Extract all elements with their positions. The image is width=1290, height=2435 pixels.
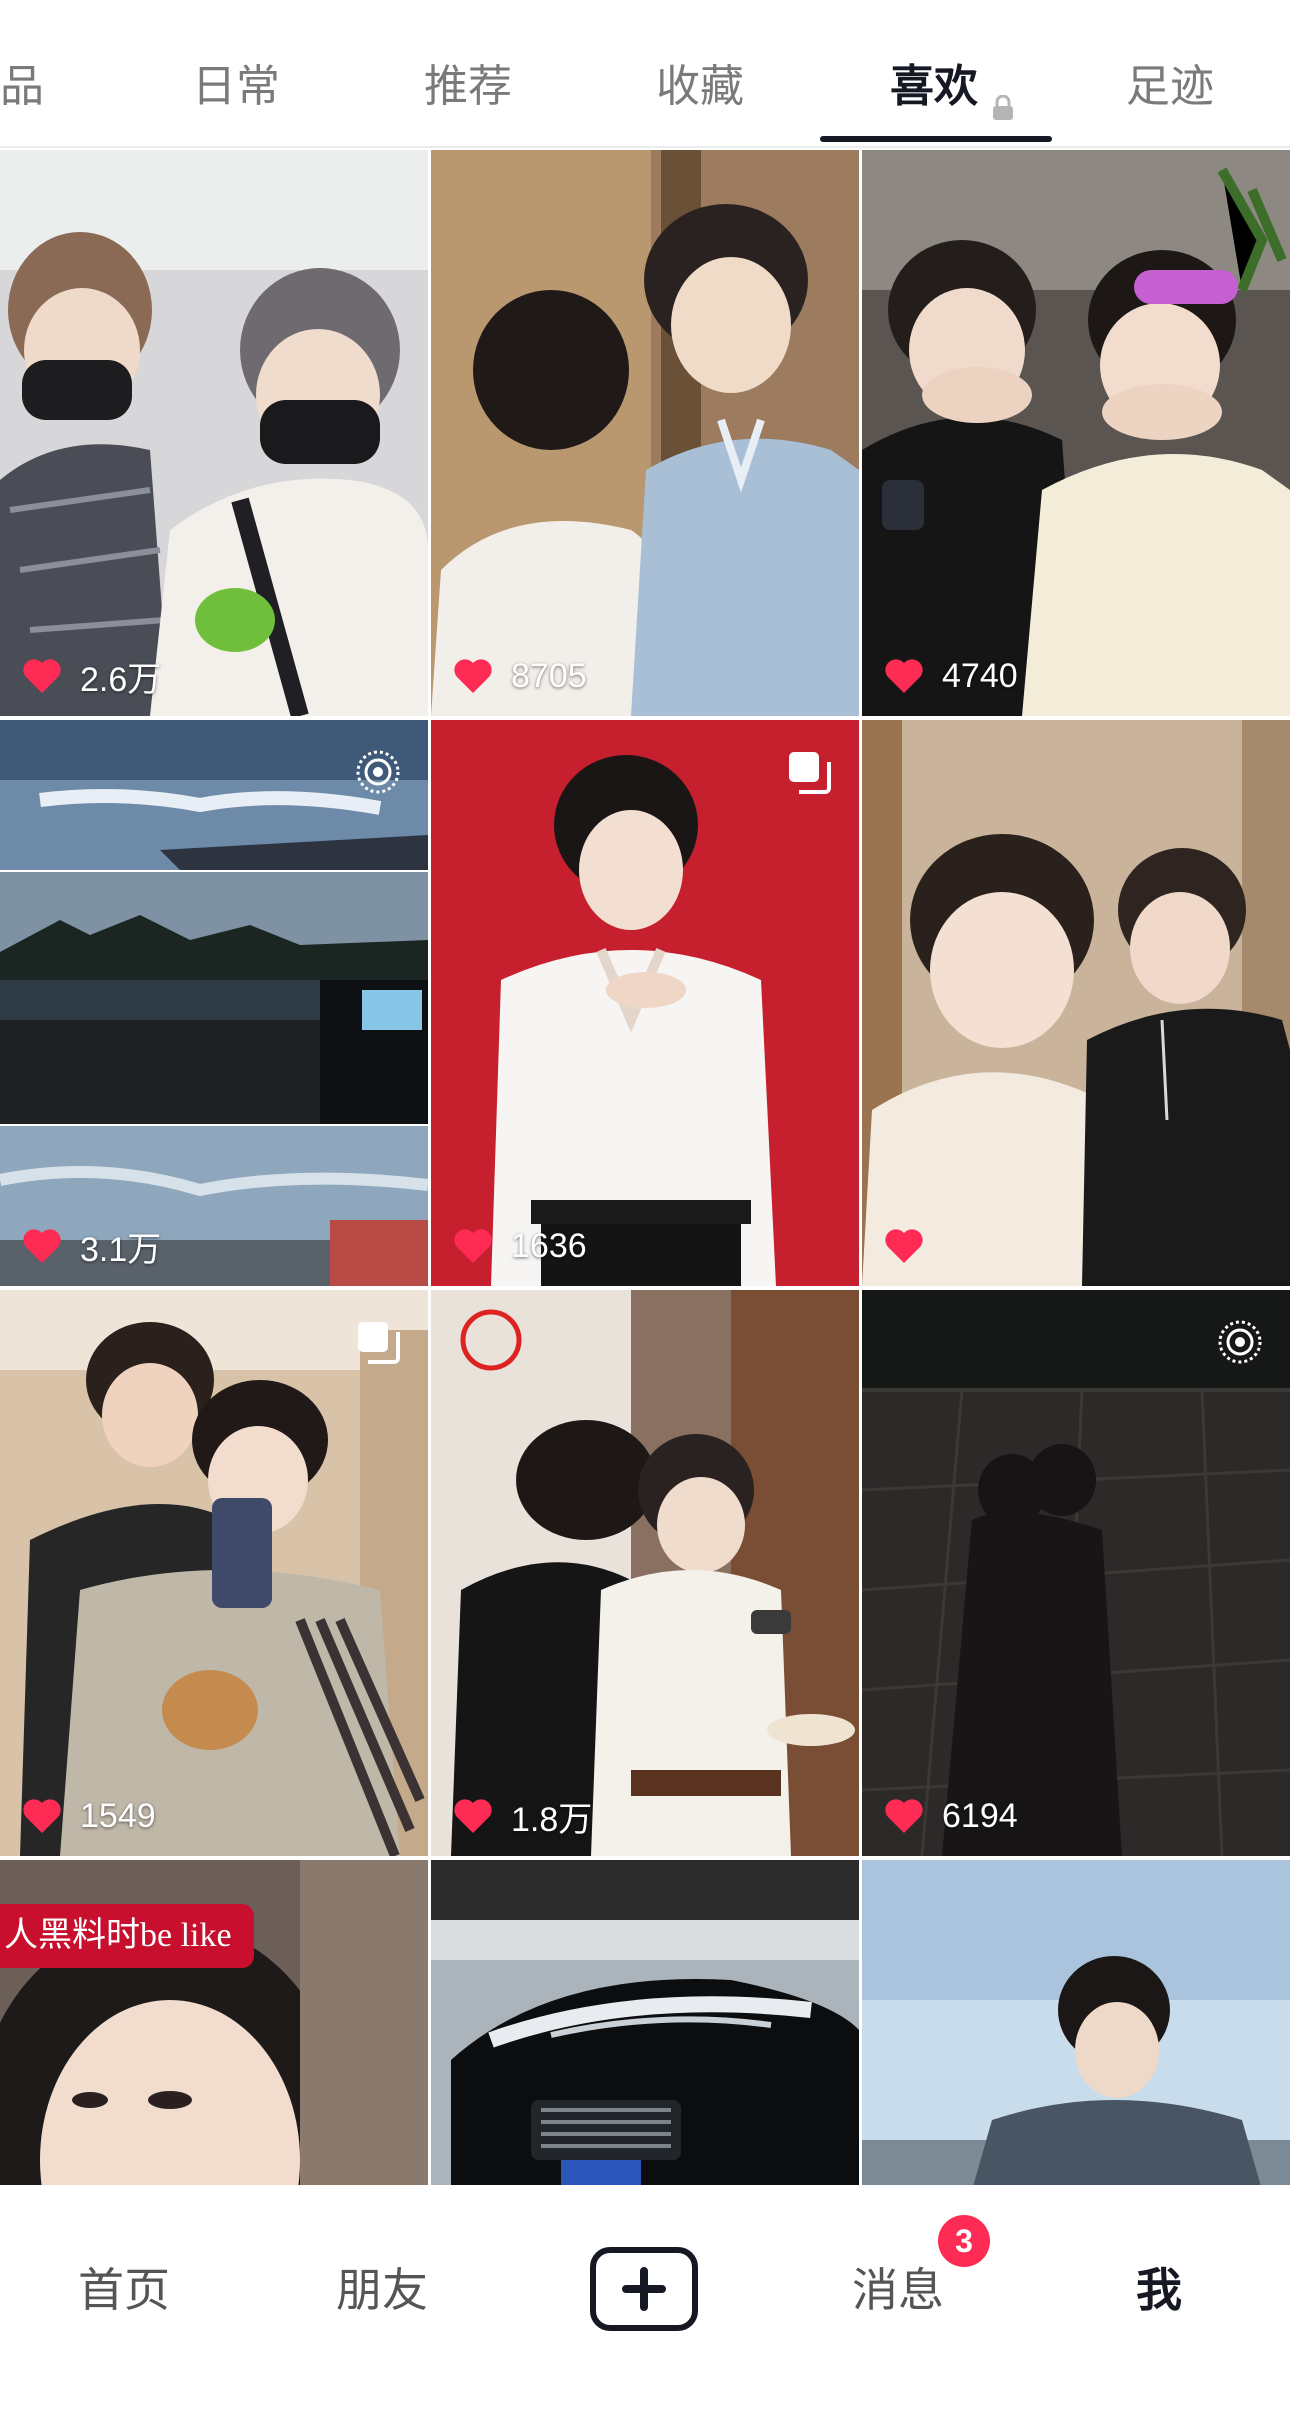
nav-me[interactable]: 我 xyxy=(1136,2255,1182,2325)
like-count xyxy=(884,1224,942,1268)
messages-badge: 3 xyxy=(938,2215,990,2267)
video-thumbnail[interactable]: 8705 xyxy=(431,150,859,716)
liked-videos-grid: 2.6万 8705 4740 3.1万 1636 1549 1.8万 6194 … xyxy=(0,150,1290,2185)
create-button[interactable] xyxy=(590,2247,698,2331)
tab-footprint[interactable]: 足迹 xyxy=(1126,52,1214,122)
video-thumbnail[interactable] xyxy=(862,1860,1290,2185)
video-thumbnail[interactable]: 人黑料时be like xyxy=(0,1860,428,2185)
like-count-text: 6194 xyxy=(942,1796,1018,1835)
thumbnail-image xyxy=(862,1860,1290,2185)
like-count-text: 3.1万 xyxy=(80,1230,162,1269)
heart-icon xyxy=(885,659,923,693)
like-count: 1549 xyxy=(22,1794,156,1838)
thumbnail-image xyxy=(431,720,859,1286)
video-thumbnail[interactable]: 6194 xyxy=(862,1290,1290,1856)
like-count-text: 1.8万 xyxy=(511,1800,593,1839)
thumbnail-image xyxy=(862,1290,1290,1856)
plus-icon xyxy=(622,2267,666,2311)
heart-icon xyxy=(885,1229,923,1263)
bottom-nav: 首页 朋友 消息 3 我 xyxy=(0,2185,1290,2435)
thumbnail-image xyxy=(431,1290,859,1856)
live-photo-icon xyxy=(356,750,400,794)
multi-image-icon xyxy=(789,752,831,794)
tab-likes[interactable]: 喜欢 xyxy=(890,52,1014,122)
multi-image-icon xyxy=(358,1322,400,1364)
like-count: 3.1万 xyxy=(22,1224,162,1269)
tab-daily[interactable]: 日常 xyxy=(192,52,280,122)
thumbnail-image xyxy=(0,720,428,1286)
active-tab-indicator xyxy=(820,136,1052,142)
like-count: 1636 xyxy=(453,1224,587,1268)
video-thumbnail[interactable]: 2.6万 xyxy=(0,150,428,716)
tab-likes-label: 喜欢 xyxy=(890,62,978,111)
thumbnail-image xyxy=(862,720,1290,1286)
heart-icon xyxy=(23,1229,61,1263)
heart-icon xyxy=(23,659,61,693)
profile-tabs: 品 日常 推荐 收藏 喜欢 足迹 xyxy=(0,0,1290,148)
video-thumbnail[interactable]: 1636 xyxy=(431,720,859,1286)
like-count: 1.8万 xyxy=(453,1794,593,1839)
nav-home[interactable]: 首页 xyxy=(78,2255,170,2325)
like-count: 8705 xyxy=(453,654,587,698)
video-thumbnail[interactable]: 3.1万 xyxy=(0,720,428,1286)
video-thumbnail[interactable]: 4740 xyxy=(862,150,1290,716)
thumbnail-image xyxy=(431,1860,859,2185)
video-thumbnail[interactable]: 1.8万 xyxy=(431,1290,859,1856)
like-count-text: 2.6万 xyxy=(80,660,162,699)
like-count: 2.6万 xyxy=(22,654,162,699)
heart-icon xyxy=(885,1799,923,1833)
like-count: 6194 xyxy=(884,1794,1018,1838)
like-count-text: 8705 xyxy=(511,656,587,695)
video-thumbnail[interactable]: 1549 xyxy=(0,1290,428,1856)
thumbnail-image xyxy=(431,150,859,716)
tab-favorites[interactable]: 收藏 xyxy=(656,52,744,122)
like-count-text: 1636 xyxy=(511,1226,587,1265)
heart-icon xyxy=(454,659,492,693)
heart-icon xyxy=(454,1229,492,1263)
like-count-text: 1549 xyxy=(80,1796,156,1835)
caption-banner: 人黑料时be like xyxy=(0,1904,254,1968)
thumbnail-image xyxy=(0,1290,428,1856)
tab-recommend[interactable]: 推荐 xyxy=(424,52,512,122)
like-count-text: 4740 xyxy=(942,656,1018,695)
heart-icon xyxy=(454,1799,492,1833)
nav-messages[interactable]: 消息 xyxy=(852,2255,944,2325)
video-thumbnail[interactable] xyxy=(862,720,1290,1286)
tab-works[interactable]: 品 xyxy=(0,52,44,122)
thumbnail-image xyxy=(862,150,1290,716)
like-count: 4740 xyxy=(884,654,1018,698)
nav-friends[interactable]: 朋友 xyxy=(336,2255,428,2325)
video-thumbnail[interactable] xyxy=(431,1860,859,2185)
live-photo-icon xyxy=(1218,1320,1262,1364)
heart-icon xyxy=(23,1799,61,1833)
lock-icon xyxy=(992,72,1014,121)
thumbnail-image xyxy=(0,150,428,716)
